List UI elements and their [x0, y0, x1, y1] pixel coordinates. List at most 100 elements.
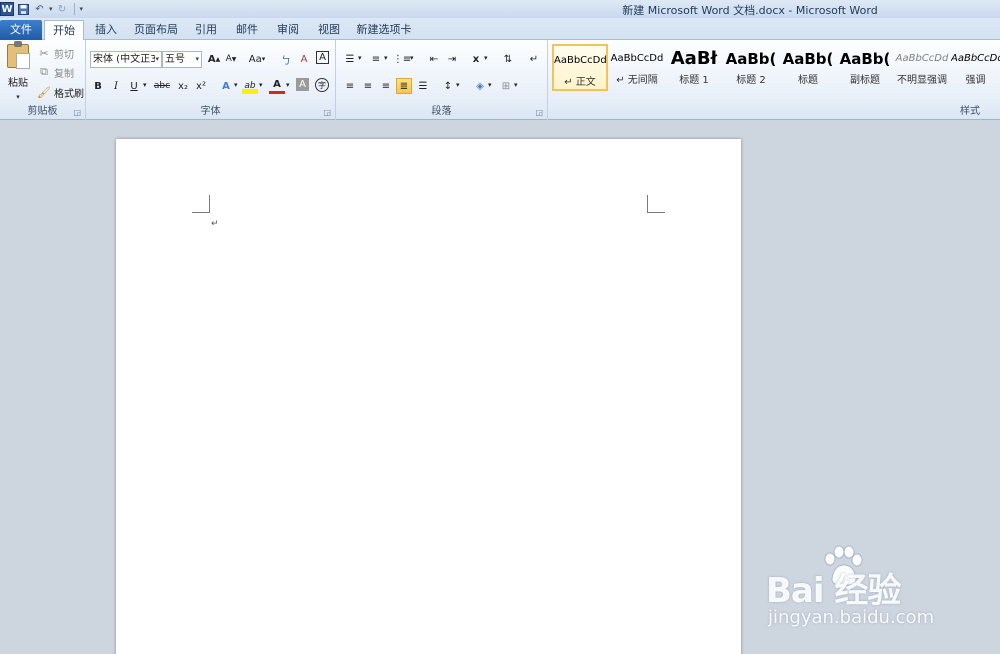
paragraph-group: ☰ ▾ ≡ ▾ ⋮≡ ▾ ⇤ ⇥ ⅹ ▾ ⇅ ↵ ≡ ≡ ≡ ≣ ☰ ↕ ▾ ◈… [336, 40, 548, 120]
tab-home[interactable]: 开始 [44, 20, 84, 41]
line-spacing-icon[interactable]: ↕ [440, 78, 456, 94]
borders-icon[interactable]: ⊞ [498, 78, 514, 94]
phonetic-label: ㄅ [281, 55, 291, 67]
text-effects-label: A [222, 80, 230, 92]
change-case-label: Aa [248, 53, 262, 65]
style-title[interactable]: AaBb( 标题 [780, 44, 836, 91]
document-page[interactable]: ↵ [116, 139, 741, 654]
chinese-layout-dropdown-icon[interactable]: ▾ [484, 54, 488, 62]
ribbon-tabs: 文件 开始 插入 页面布局 引用 邮件 审阅 视图 新建选项卡 [0, 18, 1000, 41]
borders-dropdown-icon[interactable]: ▾ [514, 81, 518, 89]
style-subtle-emphasis[interactable]: AaBbCcDd 不明显强调 [894, 44, 950, 91]
align-left-icon[interactable]: ≡ [342, 78, 358, 94]
chinese-layout-icon[interactable]: ⅹ [468, 51, 484, 67]
font-color-button[interactable]: A [269, 78, 285, 94]
style-name: ↵ 正文 [564, 77, 596, 88]
bold-label: B [94, 80, 102, 92]
shrink-font-button[interactable]: A ▼ [223, 51, 239, 67]
sort-icon[interactable]: ⇅ [500, 51, 516, 67]
style-heading-2[interactable]: AaBb( 标题 2 [723, 44, 779, 91]
tab-view[interactable]: 视图 [313, 20, 345, 40]
shading-icon[interactable]: ◈ [472, 78, 488, 94]
char-shading-button[interactable]: A [296, 78, 309, 91]
numbering-dropdown-icon[interactable]: ▾ [384, 54, 388, 62]
highlight-dropdown-icon[interactable]: ▾ [259, 81, 263, 89]
show-marks-icon[interactable]: ↵ [526, 51, 542, 67]
text-effects-dropdown-icon[interactable]: ▾ [234, 81, 238, 89]
clipboard-launcher-icon[interactable]: ◲ [73, 108, 81, 117]
italic-button[interactable]: I [108, 78, 124, 94]
italic-label: I [114, 80, 118, 92]
tab-review[interactable]: 审阅 [272, 20, 304, 40]
change-case-button[interactable]: Aa ▾ [246, 51, 268, 67]
chevron-down-icon: ▾ [195, 55, 199, 63]
style-emphasis[interactable]: AaBbCcDd 强调 [951, 44, 1000, 91]
font-color-dropdown-icon[interactable]: ▾ [286, 81, 290, 89]
clear-format-icon[interactable]: A [296, 51, 312, 67]
tab-insert[interactable]: 插入 [90, 20, 122, 40]
strikethrough-button[interactable]: abc [152, 78, 172, 94]
font-size-value: 五号 [165, 54, 185, 65]
shading-dropdown-icon[interactable]: ▾ [488, 81, 492, 89]
clipboard-group-label: 剪贴板 [27, 106, 58, 117]
multilevel-dropdown-icon[interactable]: ▾ [410, 54, 414, 62]
tab-references[interactable]: 引用 [190, 20, 222, 40]
chevron-down-icon: ▾ [155, 55, 159, 63]
style-heading-1[interactable]: AaBł 标题 1 [666, 44, 722, 91]
bullets-dropdown-icon[interactable]: ▾ [358, 54, 362, 62]
styles-group-label: 样式 [960, 106, 980, 117]
style-name: 不明显强调 [897, 75, 947, 86]
tab-file[interactable]: 文件 [0, 20, 42, 40]
bold-button[interactable]: B [90, 78, 106, 94]
increase-indent-icon[interactable]: ⇥ [444, 51, 460, 67]
text-effects-button[interactable]: A [218, 78, 234, 94]
enclose-chars-button[interactable]: 字 [315, 78, 329, 92]
underline-dropdown-icon[interactable]: ▾ [143, 81, 147, 89]
numbering-icon[interactable]: ≡ [368, 51, 384, 67]
style-name: 标题 [798, 75, 818, 86]
bullets-icon[interactable]: ☰ [342, 51, 358, 67]
line-spacing-dropdown-icon[interactable]: ▾ [456, 81, 460, 89]
phonetic-guide-button[interactable]: ㄅ [278, 51, 294, 67]
subscript-label: x₂ [178, 80, 188, 92]
paragraph-mark: ↵ [211, 219, 219, 229]
align-center-icon[interactable]: ≡ [360, 78, 376, 94]
paste-dropdown-icon[interactable]: ▾ [16, 93, 20, 101]
decrease-indent-icon[interactable]: ⇤ [426, 51, 442, 67]
superscript-button[interactable]: x² [193, 78, 209, 94]
style-preview: AaBb( [725, 50, 777, 68]
distributed-icon[interactable]: ☰ [415, 78, 431, 94]
underline-button[interactable]: U [126, 78, 142, 94]
format-painter-button[interactable]: 🖌 格式刷 [36, 83, 84, 101]
justify-icon[interactable]: ≣ [396, 78, 412, 94]
copy-button[interactable]: ⧉ 复制 [36, 63, 74, 81]
font-launcher-icon[interactable]: ◲ [323, 108, 331, 117]
highlight-button[interactable]: ab [242, 78, 258, 94]
paragraph-launcher-icon[interactable]: ◲ [535, 108, 543, 117]
cut-button[interactable]: ✂ 剪切 [36, 44, 74, 62]
font-name-value: 宋体 (中文正3 [93, 54, 156, 65]
style-preview: AaBbCcDd [610, 53, 664, 64]
paste-button[interactable]: 粘贴 ▾ [4, 41, 32, 101]
align-right-icon[interactable]: ≡ [378, 78, 394, 94]
style-normal[interactable]: AaBbCcDd ↵ 正文 [552, 44, 608, 91]
grow-font-button[interactable]: A ▲ [206, 51, 222, 67]
tab-page-layout[interactable]: 页面布局 [133, 20, 179, 40]
styles-gallery: AaBbCcDd ↵ 正文 AaBbCcDd ↵ 无间隔 AaBł 标题 1 A… [552, 44, 1000, 92]
margin-corner-top-left [192, 195, 210, 213]
copy-label: 复制 [54, 68, 74, 80]
style-preview: AaBb( [839, 50, 891, 68]
grow-font-label: A [207, 53, 216, 65]
font-size-combo[interactable]: 五号 ▾ [162, 51, 202, 68]
tab-new-tab[interactable]: 新建选项卡 [354, 20, 414, 40]
style-no-spacing[interactable]: AaBbCcDd ↵ 无间隔 [609, 44, 665, 91]
style-subtitle[interactable]: AaBb( 副标题 [837, 44, 893, 91]
subscript-button[interactable]: x₂ [175, 78, 191, 94]
font-name-combo[interactable]: 宋体 (中文正3 ▾ [90, 51, 162, 68]
document-area[interactable]: ↵ [0, 121, 1000, 654]
title-bar: W ↶ ▾ ↻ ▾ 新建 Microsoft Word 文档.docx - Mi… [0, 0, 1000, 18]
char-border-button[interactable]: A [316, 51, 329, 64]
enclose-label: 字 [318, 80, 326, 90]
multilevel-list-icon[interactable]: ⋮≡ [393, 51, 411, 67]
tab-mailings[interactable]: 邮件 [231, 20, 263, 40]
